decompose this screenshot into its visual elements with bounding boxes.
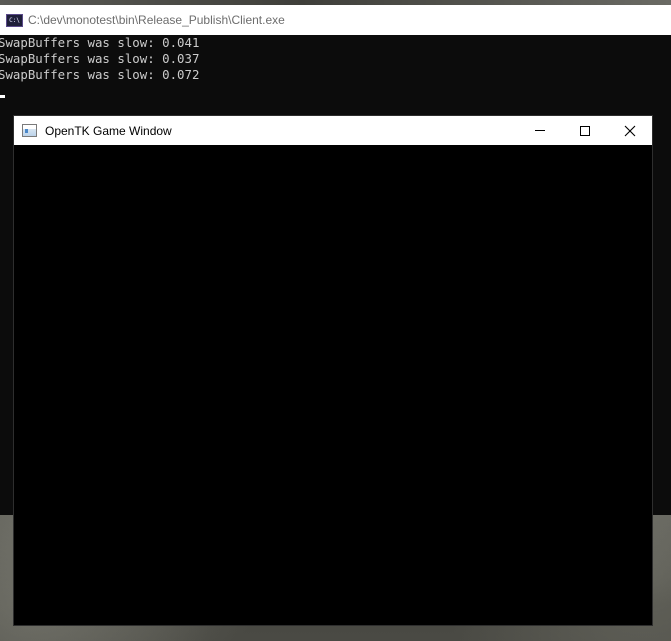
game-window: OpenTK Game Window xyxy=(13,115,653,626)
game-window-title: OpenTK Game Window xyxy=(45,123,172,138)
window-app-icon xyxy=(22,124,37,137)
game-render-canvas[interactable] xyxy=(14,145,652,625)
minimize-icon xyxy=(534,130,545,131)
close-icon xyxy=(624,125,635,136)
maximize-button[interactable] xyxy=(562,116,607,145)
console-titlebar[interactable]: C:\ C:\dev\monotest\bin\Release_Publish\… xyxy=(0,5,671,35)
minimize-button[interactable] xyxy=(517,116,562,145)
console-line: SwapBuffers was slow: 0.037 xyxy=(0,51,200,66)
console-line: SwapBuffers was slow: 0.072 xyxy=(0,67,200,82)
console-line: SwapBuffers was slow: 0.041 xyxy=(0,35,200,50)
text-cursor xyxy=(0,95,5,98)
maximize-icon xyxy=(579,125,590,136)
game-window-titlebar[interactable]: OpenTK Game Window xyxy=(14,116,652,145)
console-app-icon: C:\ xyxy=(6,13,23,27)
console-window-title: C:\dev\monotest\bin\Release_Publish\Clie… xyxy=(28,13,285,27)
close-button[interactable] xyxy=(607,116,652,145)
